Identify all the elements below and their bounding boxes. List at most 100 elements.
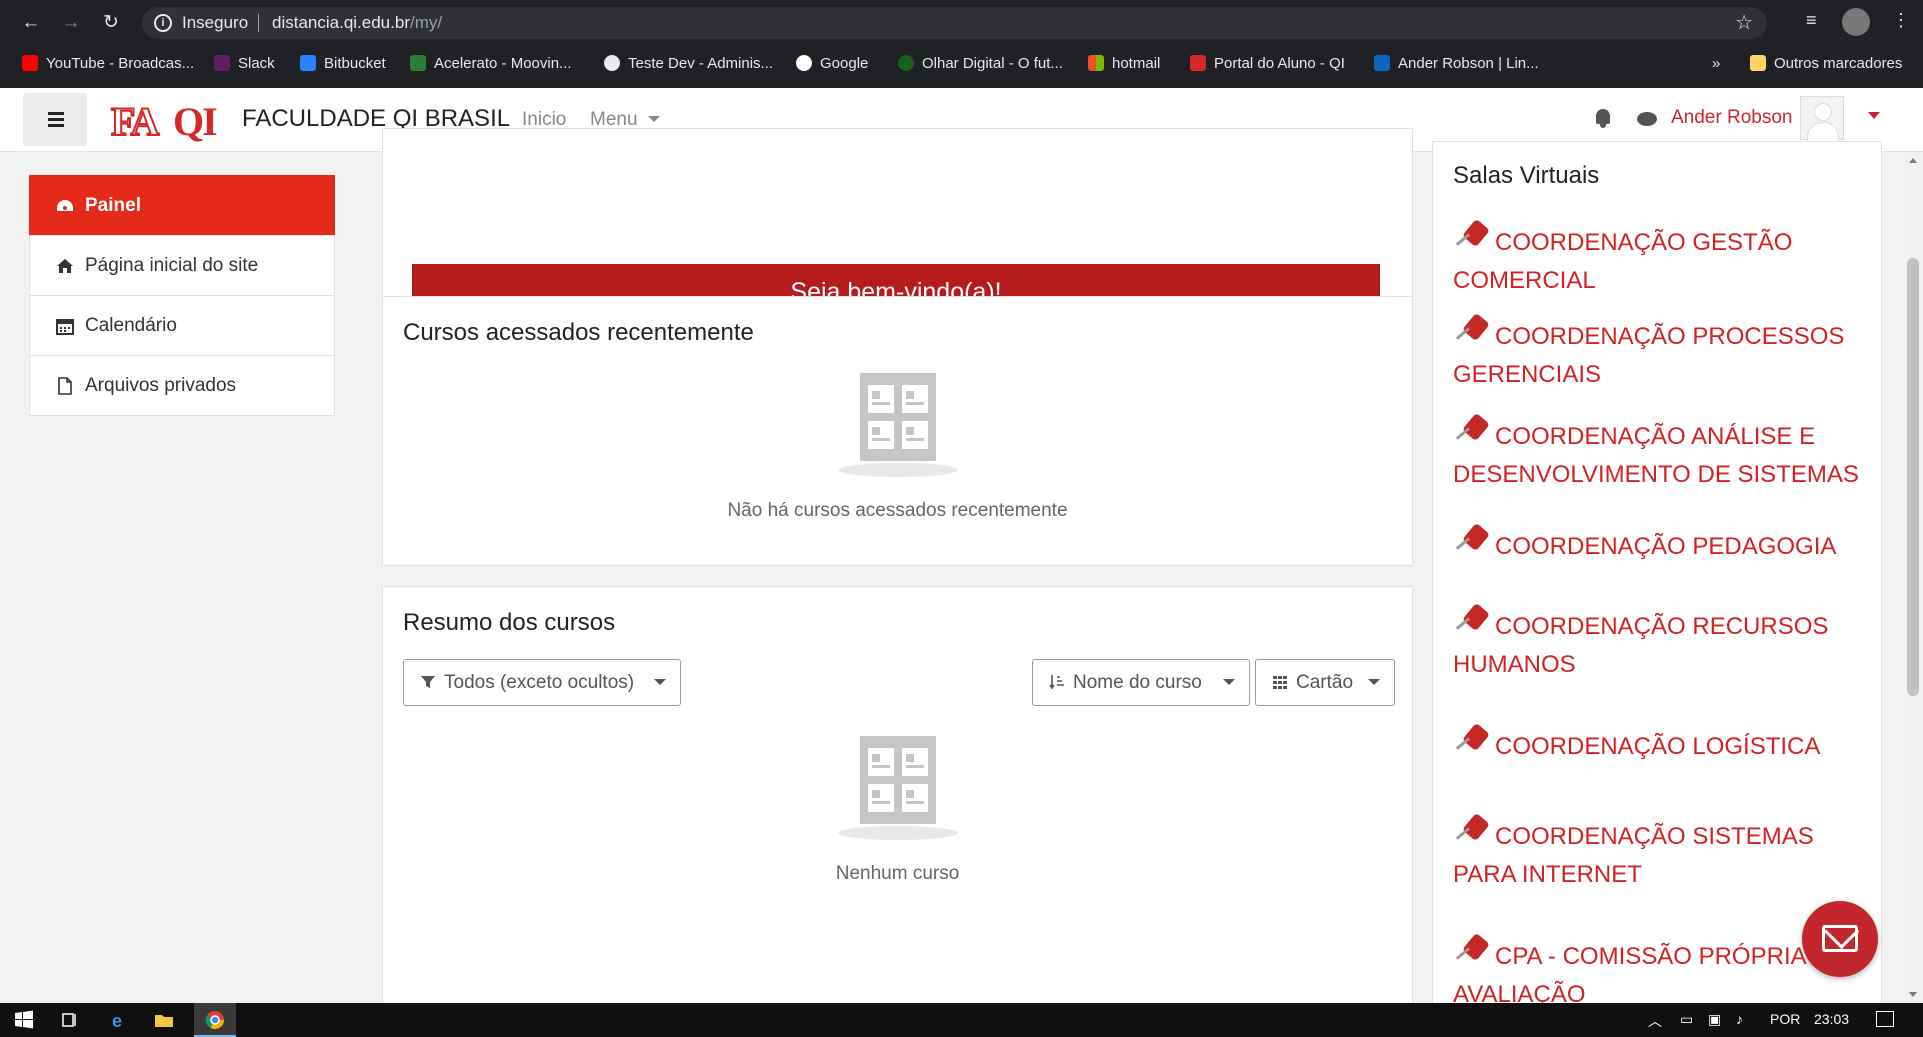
sort-icon (1049, 675, 1064, 690)
bookmark-item[interactable]: Acelerato - Moovin... (410, 53, 572, 75)
volume-icon[interactable]: ♪ (1736, 1011, 1743, 1027)
back-icon[interactable]: ← (20, 12, 42, 34)
network-icon[interactable]: ▣ (1708, 1011, 1721, 1028)
view-label: Cartão (1296, 672, 1354, 693)
url-text[interactable]: distancia.qi.edu.br/my/ (272, 7, 442, 39)
bookmark-label: Outros marcadores (1774, 55, 1903, 72)
menu-dots-icon[interactable]: ⋮ (1892, 10, 1910, 31)
bookmark-item[interactable]: Slack (214, 53, 275, 75)
grid-icon (1273, 676, 1287, 689)
bookmark-label: Bitbucket (324, 55, 386, 72)
pushpin-icon (1453, 412, 1490, 448)
pushpin-icon (1453, 722, 1490, 758)
globe-icon (604, 55, 620, 71)
qi-icon (1190, 55, 1206, 71)
edge-icon[interactable]: e (110, 1010, 130, 1030)
clock[interactable]: 23:03 (1814, 1011, 1849, 1027)
bookmark-item[interactable]: Olhar Digital - O fut... (898, 53, 1063, 75)
windows-start-icon[interactable] (14, 1010, 34, 1030)
battery-icon[interactable]: ▭ (1680, 1011, 1693, 1028)
overview-empty-text: Nenhum curso (835, 863, 960, 884)
room-link[interactable]: COORDENAÇÃO PEDAGOGIA (1453, 522, 1873, 566)
profile-avatar[interactable] (1842, 8, 1870, 36)
chevron-down-icon (647, 116, 660, 122)
bookmark-star-icon[interactable]: ☆ (1735, 7, 1753, 39)
scroll-up-icon[interactable] (1909, 158, 1917, 163)
reload-icon[interactable]: ↻ (100, 12, 122, 34)
more-bookmarks-icon[interactable]: » (1712, 53, 1720, 75)
page-scrollbar[interactable] (1903, 152, 1923, 1003)
user-menu-caret-icon[interactable] (1868, 112, 1880, 119)
scrollbar-thumb[interactable] (1907, 258, 1919, 696)
acelerato-icon (410, 55, 426, 71)
bell-icon[interactable] (1594, 109, 1612, 129)
address-bar[interactable]: i Inseguro distancia.qi.edu.br/my/ ☆ (142, 7, 1767, 39)
divider (258, 14, 259, 32)
sidebar-item-home[interactable]: Página inicial do site (29, 235, 335, 296)
room-label: COORDENAÇÃO GESTÃO COMERCIAL (1453, 229, 1793, 294)
linkedin-icon (1374, 55, 1390, 71)
room-link[interactable]: COORDENAÇÃO GESTÃO COMERCIAL (1453, 218, 1873, 300)
nav-menu-label: Menu (590, 109, 638, 130)
pushpin-icon (1453, 812, 1490, 848)
logo-fa: FA (110, 98, 160, 145)
room-label: COORDENAÇÃO PEDAGOGIA (1495, 533, 1837, 560)
sidebar-item-files[interactable]: Arquivos privados (29, 355, 335, 416)
chevron-down-icon (1223, 679, 1235, 685)
svg-text:e: e (112, 1011, 122, 1030)
chat-icon[interactable] (1637, 112, 1657, 126)
nav-drawer: Painel Página inicial do site Calendário… (29, 175, 335, 416)
sidebar-item-painel[interactable]: Painel (29, 175, 335, 236)
bookmark-item[interactable]: YouTube - Broadcas... (22, 53, 194, 75)
room-link[interactable]: COORDENAÇÃO RECURSOS HUMANOS (1453, 602, 1873, 684)
google-icon (796, 55, 812, 71)
bookmark-label: hotmail (1112, 55, 1161, 72)
notification-icon[interactable] (1876, 1011, 1894, 1027)
language-indicator[interactable]: POR (1770, 1011, 1800, 1027)
sidebar-item-label: Painel (85, 195, 141, 216)
envelope-icon (1822, 925, 1858, 952)
slack-icon (214, 55, 230, 71)
tray-chevron-icon[interactable]: ︿ (1648, 1011, 1662, 1031)
course-overview-title: Resumo dos cursos (403, 609, 616, 636)
bookmark-item[interactable]: hotmail (1088, 53, 1160, 75)
bookmark-item[interactable]: Portal do Aluno - QI (1190, 53, 1345, 75)
forward-icon[interactable]: → (60, 12, 82, 34)
sort-dropdown[interactable]: Nome do curso (1032, 659, 1250, 706)
scroll-down-icon[interactable] (1909, 992, 1917, 997)
file-explorer-icon[interactable] (154, 1010, 174, 1030)
sort-label: Nome do curso (1073, 672, 1202, 693)
media-icon[interactable]: ≡ (1806, 10, 1817, 31)
bookmark-item[interactable]: Teste Dev - Adminis... (604, 53, 773, 75)
message-fab-button[interactable] (1802, 901, 1878, 977)
pushpin-icon (1453, 312, 1490, 348)
bookmark-item[interactable]: Bitbucket (300, 53, 386, 75)
filter-dropdown[interactable]: Todos (exceto ocultos) (403, 659, 681, 706)
info-icon[interactable]: i (154, 14, 172, 32)
task-view-icon[interactable] (60, 1010, 80, 1030)
chrome-taskbar-button[interactable] (194, 1003, 236, 1037)
bookmark-item[interactable]: Google (796, 53, 868, 75)
room-link[interactable]: COORDENAÇÃO SISTEMAS PARA INTERNET (1453, 812, 1873, 894)
url-host: distancia.qi.edu.br (272, 13, 410, 32)
view-dropdown[interactable]: Cartão (1255, 659, 1395, 706)
url-path: /my/ (409, 13, 443, 32)
avatar[interactable] (1800, 96, 1844, 142)
room-link[interactable]: COORDENAÇÃO ANÁLISE E DESENVOLVIMENTO DE… (1453, 412, 1873, 494)
faqi-logo[interactable]: FA QI (110, 98, 233, 145)
folder-icon (1750, 55, 1766, 71)
address-row: ← → ↻ i Inseguro distancia.qi.edu.br/my/… (0, 0, 1923, 46)
microsoft-icon (1088, 55, 1104, 71)
pushpin-icon (1453, 522, 1490, 558)
youtube-icon (22, 55, 38, 71)
room-link[interactable]: COORDENAÇÃO LOGÍSTICA (1453, 722, 1873, 766)
user-name[interactable]: Ander Robson (1671, 107, 1792, 129)
room-link[interactable]: COORDENAÇÃO PROCESSOS GERENCIAIS (1453, 312, 1873, 394)
other-bookmarks[interactable]: Outros marcadores (1750, 53, 1902, 75)
bookmark-item[interactable]: Ander Robson | Lin... (1374, 53, 1539, 75)
logo-qi: QI (173, 99, 218, 144)
hamburger-menu-button[interactable] (23, 93, 87, 146)
virtual-rooms-title: Salas Virtuais (1453, 162, 1600, 189)
sidebar-item-calendar[interactable]: Calendário (29, 295, 335, 356)
chrome-icon (205, 1011, 224, 1030)
